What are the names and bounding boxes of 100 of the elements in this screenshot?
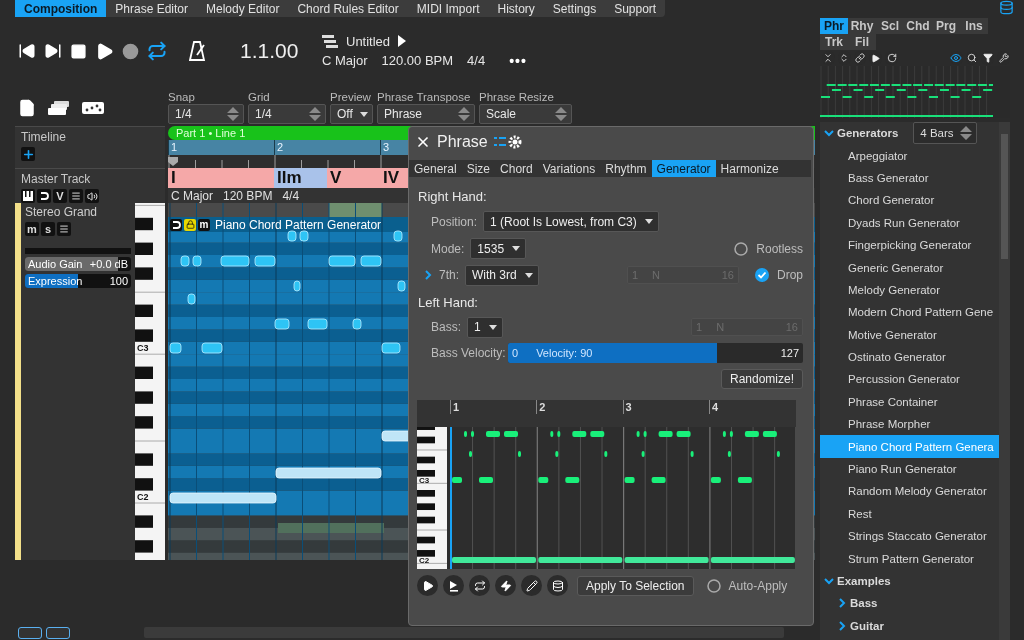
tree-folder[interactable]: Generators 4 Bars xyxy=(820,122,999,145)
refresh-button[interactable] xyxy=(885,51,899,65)
track-toggle-button[interactable]: m xyxy=(25,222,39,236)
tree-item[interactable]: Strum Pattern Generator xyxy=(820,547,999,570)
tree-item[interactable]: Arpeggiator xyxy=(820,144,999,167)
note-block[interactable] xyxy=(169,492,277,504)
tree-item[interactable]: Phrase Container xyxy=(820,390,999,414)
tree-item[interactable]: Phrase Morpher xyxy=(820,413,999,436)
menu-button[interactable] xyxy=(69,189,83,203)
main-tab[interactable]: Chord Rules Editor xyxy=(288,0,408,17)
note-block[interactable] xyxy=(169,342,182,354)
skip-forward-icon[interactable] xyxy=(44,42,62,60)
note-block[interactable] xyxy=(299,230,309,242)
tree-item[interactable]: Dyads Run Generator xyxy=(820,211,999,234)
loop-button[interactable] xyxy=(37,189,51,203)
spin-box[interactable]: Phrase xyxy=(377,104,475,124)
main-tab[interactable]: MIDI Import xyxy=(407,0,489,17)
library-tab[interactable]: Chd xyxy=(904,18,932,34)
tree-folder[interactable]: Guitar xyxy=(820,614,999,637)
tree-folder[interactable]: Examples xyxy=(820,569,999,593)
vertical-scrollbar[interactable] xyxy=(999,122,1010,640)
tree-item[interactable]: Strings Staccato Generator xyxy=(820,525,999,548)
dialog-tab[interactable]: Rhythm xyxy=(600,160,652,177)
tree-item[interactable]: Generic Generator xyxy=(820,256,999,279)
zoom-toggle-icon[interactable] xyxy=(18,626,42,639)
checkbox-checked[interactable] xyxy=(755,268,769,282)
stop-icon[interactable] xyxy=(70,42,87,60)
view-toggle-icon[interactable] xyxy=(46,626,70,639)
record-icon[interactable] xyxy=(122,42,139,60)
more-button[interactable]: ••• xyxy=(509,52,527,69)
skip-back-icon[interactable] xyxy=(18,42,36,60)
spin-box[interactable]: 1/4 xyxy=(168,104,244,124)
note-block[interactable] xyxy=(192,255,202,267)
tree-folder[interactable]: Bass xyxy=(820,592,999,615)
menu-button[interactable] xyxy=(57,222,71,236)
chord-block[interactable]: I xyxy=(168,168,274,188)
chord-block[interactable]: V xyxy=(327,168,380,188)
chevron-down-icon[interactable] xyxy=(824,128,834,139)
add-button[interactable] xyxy=(21,147,35,161)
library-tab[interactable]: Fil xyxy=(848,34,876,50)
library-tab[interactable]: Scl xyxy=(876,18,904,34)
library-tab[interactable]: Phr xyxy=(820,18,848,34)
seventh-dropdown[interactable]: With 3rd xyxy=(465,264,539,286)
dialog-tab[interactable]: Harmonize xyxy=(715,160,784,177)
play-from-start-button[interactable] xyxy=(443,575,464,596)
library-tab[interactable]: Prg xyxy=(932,18,960,34)
note-block[interactable] xyxy=(328,255,356,267)
tree-item[interactable]: Motive Generator xyxy=(820,323,999,346)
chevron-right-icon[interactable] xyxy=(423,270,433,280)
library-tab[interactable]: Rhy xyxy=(848,18,876,34)
list-icon[interactable] xyxy=(322,34,338,48)
dialog-tab[interactable]: Variations xyxy=(537,160,601,177)
stacked-pages-icon[interactable] xyxy=(48,101,70,115)
dialog-tab[interactable]: Size xyxy=(461,160,496,177)
dialog-tab[interactable]: General xyxy=(409,160,462,177)
note-block[interactable] xyxy=(397,280,406,292)
note-block[interactable] xyxy=(352,318,362,330)
chevron-right-icon[interactable] xyxy=(837,598,847,609)
note-block[interactable] xyxy=(187,293,196,305)
main-tab[interactable]: Phrase Editor xyxy=(106,0,198,17)
tree-item[interactable]: Ostinato Generator xyxy=(820,345,999,369)
note-block[interactable] xyxy=(254,255,276,267)
library-tab[interactable]: Ins xyxy=(960,18,988,34)
playhead-marker[interactable] xyxy=(168,157,178,166)
play-button[interactable] xyxy=(417,575,438,596)
chevron-right-icon[interactable] xyxy=(837,620,847,631)
horizontal-scrollbar[interactable] xyxy=(144,627,784,638)
file-icon[interactable] xyxy=(18,99,36,117)
note-block[interactable] xyxy=(220,255,250,267)
note-block[interactable] xyxy=(393,230,403,242)
note-block[interactable] xyxy=(180,255,190,267)
tree-item[interactable]: Chord Generator xyxy=(820,189,999,212)
note-block[interactable] xyxy=(275,467,382,479)
main-tab[interactable]: Melody Editor xyxy=(197,0,289,17)
lightning-button[interactable] xyxy=(495,575,516,596)
velocity-slider[interactable]: 0 Velocity: 90 127 xyxy=(508,343,803,363)
speaker-button[interactable] xyxy=(85,189,99,203)
note-block[interactable] xyxy=(274,318,290,330)
loop-button[interactable] xyxy=(469,575,490,596)
note-block[interactable] xyxy=(360,255,382,267)
tree-item[interactable]: Melody Generator xyxy=(820,278,999,302)
close-icon[interactable] xyxy=(415,134,431,150)
main-tab[interactable]: Composition xyxy=(15,0,107,17)
spin-box[interactable]: Scale xyxy=(479,104,572,124)
tree-item[interactable]: Modern Chord Pattern Gene xyxy=(820,301,999,324)
expand-arrow-icon[interactable] xyxy=(398,35,407,47)
pencil-button[interactable] xyxy=(521,575,542,596)
note-block[interactable] xyxy=(287,230,297,242)
apply-button[interactable]: Apply To Selection xyxy=(577,575,694,596)
tree-item[interactable]: Rest xyxy=(820,502,999,526)
length-spinbox[interactable]: 4 Bars xyxy=(913,122,977,145)
bass-dropdown[interactable]: 1 xyxy=(467,316,503,338)
main-tab[interactable]: History xyxy=(488,0,544,17)
randomize-button[interactable]: Randomize! xyxy=(720,369,803,389)
library-tab[interactable]: Trk xyxy=(820,34,848,50)
dice-icon[interactable] xyxy=(82,102,104,114)
radio-unselected[interactable] xyxy=(734,241,749,256)
track-toggle-button[interactable]: s xyxy=(41,222,55,236)
spin-box[interactable]: 1/4 xyxy=(248,104,326,124)
v-button[interactable]: V xyxy=(53,189,67,203)
